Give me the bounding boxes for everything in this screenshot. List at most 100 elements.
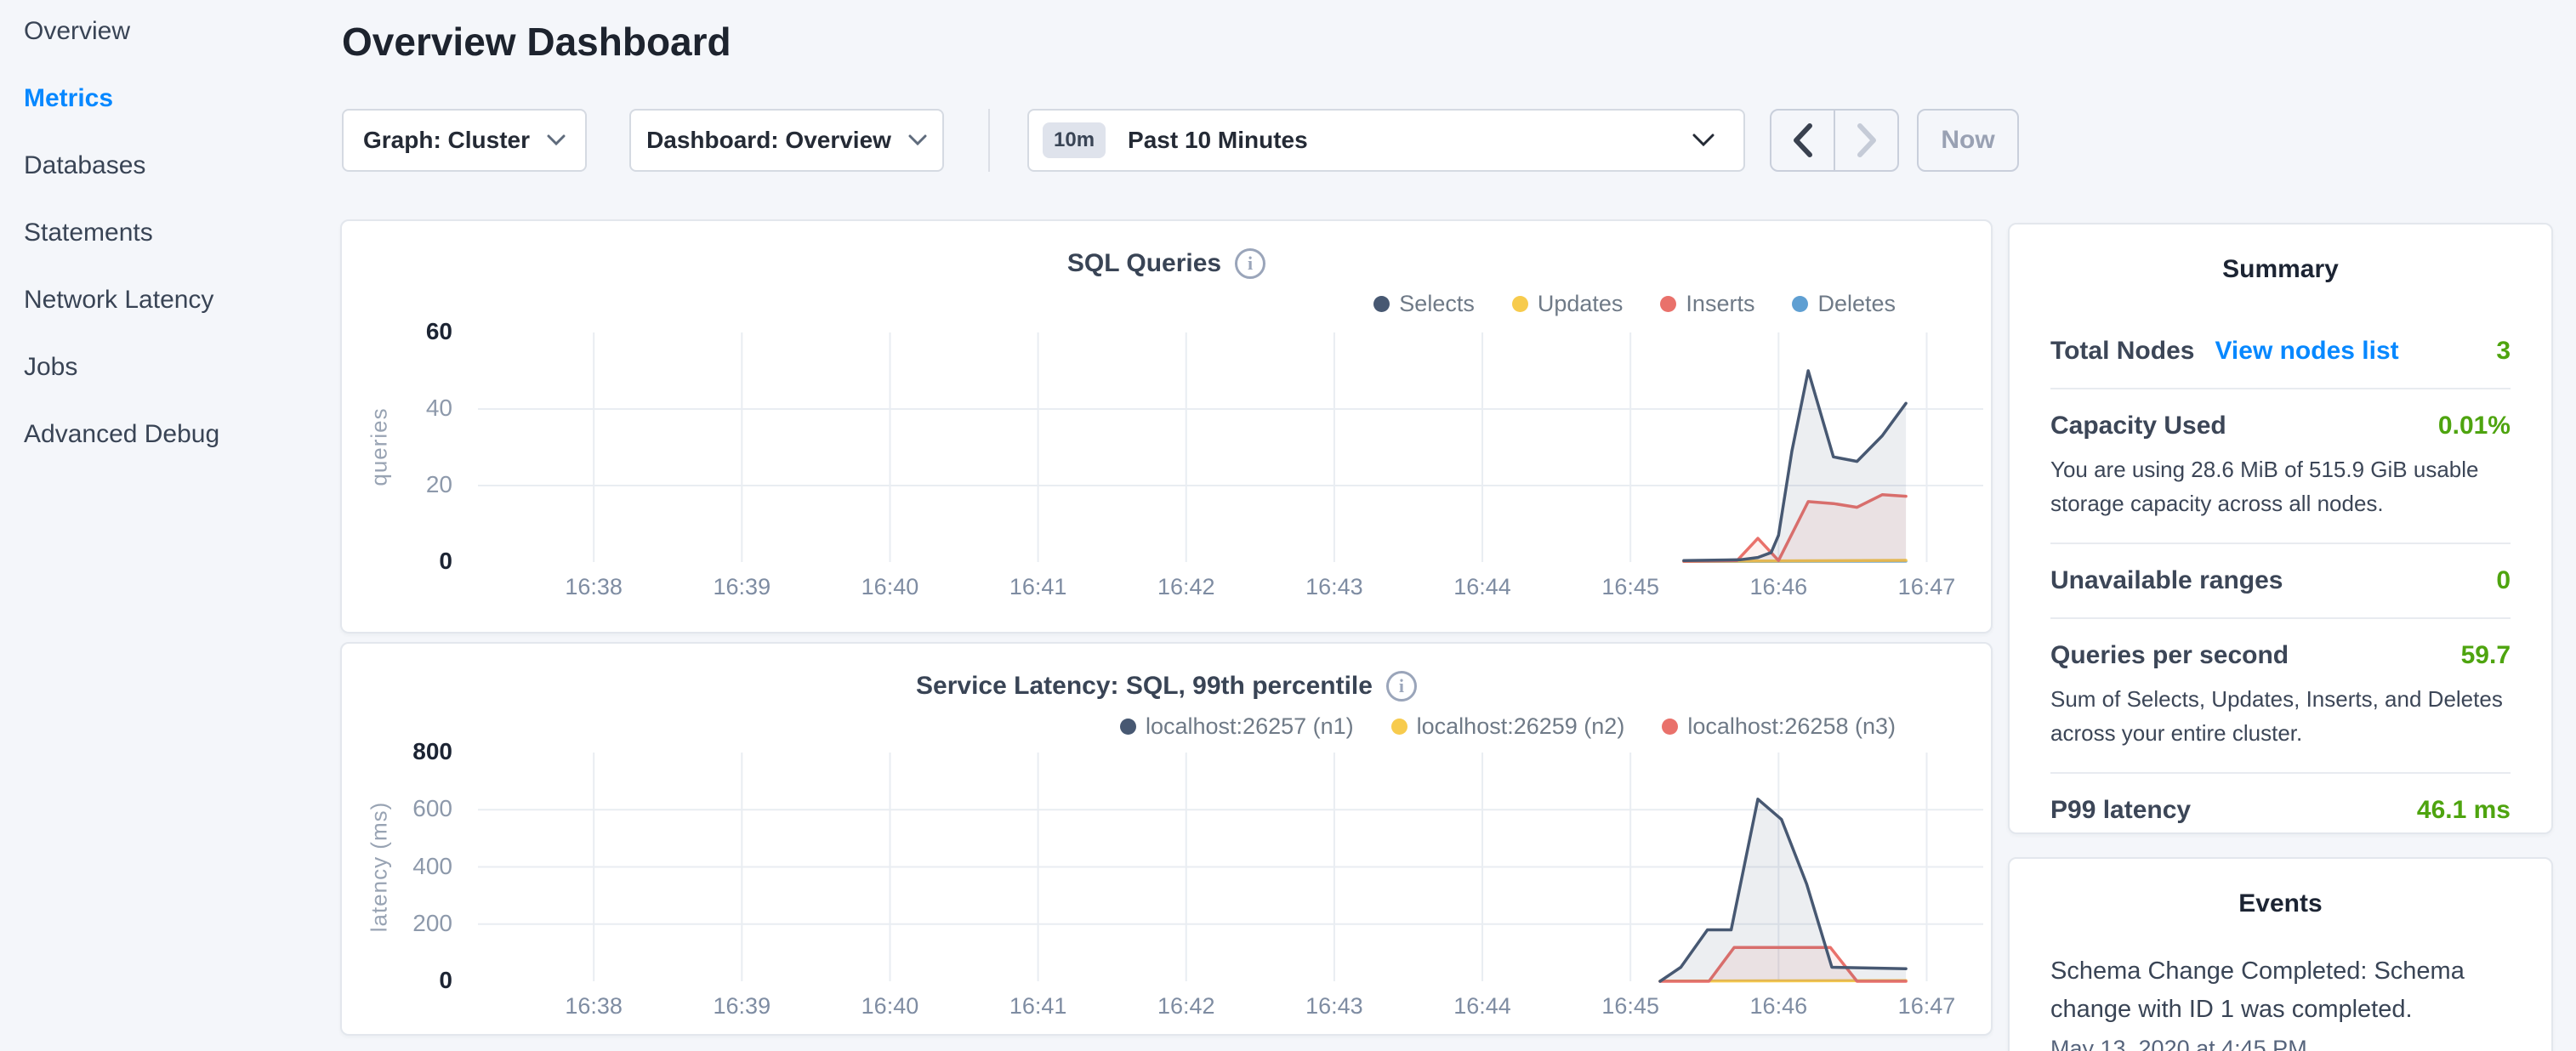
y-axis-unit-label: queries xyxy=(367,354,393,541)
x-axis-tick-label: 16:46 xyxy=(1719,993,1838,1020)
legend-dot-icon xyxy=(1391,719,1407,735)
sql-queries-chart-card: SQL Queries i Selects Updates Inserts Delet… xyxy=(340,219,1993,633)
legend-dot-icon xyxy=(1512,296,1528,312)
x-axis-tick-label: 16:45 xyxy=(1571,993,1690,1020)
x-axis-tick-label: 16:45 xyxy=(1571,574,1690,600)
x-axis-tick-label: 16:43 xyxy=(1275,993,1394,1020)
summary-row-total-nodes: Total Nodes View nodes list 3 xyxy=(2050,315,2511,389)
time-step-buttons xyxy=(1770,109,1899,172)
summary-row-label: Total Nodes xyxy=(2050,337,2194,366)
events-title: Events xyxy=(2010,889,2551,918)
y-axis-tick-label: 600 xyxy=(393,795,452,822)
summary-row-value: 0 xyxy=(2496,566,2511,595)
legend-item: Inserts xyxy=(1660,291,1754,317)
sql-queries-svg xyxy=(478,332,1983,562)
x-axis-tick-label: 16:38 xyxy=(534,993,653,1020)
summary-row-head: Total Nodes View nodes list 3 xyxy=(2050,337,2511,366)
info-icon[interactable]: i xyxy=(1235,248,1265,279)
graph-dropdown[interactable]: Graph: Cluster xyxy=(342,109,587,172)
y-axis-tick-label: 0 xyxy=(393,548,452,575)
events-list: Schema Change Completed: Schema change w… xyxy=(2050,952,2511,1051)
y-axis-tick-label: 400 xyxy=(393,853,452,880)
y-axis-tick-label: 20 xyxy=(393,471,452,498)
info-icon[interactable]: i xyxy=(1386,671,1417,702)
sidebar-item-metrics[interactable]: Metrics xyxy=(24,82,219,115)
y-axis-tick-label: 40 xyxy=(393,395,452,422)
summary-panel: Summary Total NodesView nodes list3Capac… xyxy=(2008,223,2553,834)
chart-title: Service Latency: SQL, 99th percentile xyxy=(916,672,1373,701)
chevron-down-icon xyxy=(547,134,566,146)
time-step-back-button[interactable] xyxy=(1771,111,1835,170)
legend-item: localhost:26259 (n2) xyxy=(1391,713,1625,740)
sidebar-nav: Overview Metrics Databases Statements Networ… xyxy=(0,0,323,1051)
view-nodes-list-link[interactable]: View nodes list xyxy=(2215,337,2398,366)
summary-row-value: 3 xyxy=(2496,337,2511,366)
sidebar-item-statements[interactable]: Statements xyxy=(24,217,219,249)
chevron-down-icon xyxy=(908,134,927,146)
y-axis-tick-label: 200 xyxy=(393,910,452,937)
chart-plot-area[interactable] xyxy=(478,753,1983,981)
service-latency-svg xyxy=(478,753,1983,981)
chevron-left-icon xyxy=(1792,122,1814,158)
summary-row-head: Unavailable ranges0 xyxy=(2050,566,2511,595)
legend-item: Updates xyxy=(1512,291,1624,317)
event-timestamp: May 13, 2020 at 4:45 PM xyxy=(2050,1036,2511,1051)
x-axis-tick-label: 16:47 xyxy=(1867,574,1986,600)
chevron-down-icon xyxy=(1692,134,1714,147)
x-axis-tick-label: 16:42 xyxy=(1127,574,1246,600)
chart-plot-area[interactable] xyxy=(478,332,1983,562)
summary-row-label: P99 latency xyxy=(2050,796,2191,825)
dashboard-dropdown[interactable]: Dashboard: Overview xyxy=(629,109,944,172)
sidebar-item-jobs[interactable]: Jobs xyxy=(24,351,219,383)
now-button-label: Now xyxy=(1941,126,1994,155)
chart-title: SQL Queries xyxy=(1067,249,1221,278)
legend-dot-icon xyxy=(1660,296,1676,312)
time-step-forward-button[interactable] xyxy=(1835,111,1897,170)
x-axis-tick-label: 16:44 xyxy=(1423,574,1542,600)
legend-item: localhost:26258 (n3) xyxy=(1662,713,1896,740)
summary-row-caption: You are using 28.6 MiB of 515.9 GiB usab… xyxy=(2050,452,2511,520)
chart-legend: Selects Updates Inserts Deletes xyxy=(1373,291,1896,317)
x-axis-tick-label: 16:42 xyxy=(1127,993,1246,1020)
now-button[interactable]: Now xyxy=(1917,109,2019,172)
legend-dot-icon xyxy=(1662,719,1678,735)
chart-title-row: Service Latency: SQL, 99th percentile i xyxy=(342,671,1991,702)
time-range-label: Past 10 Minutes xyxy=(1128,127,1308,154)
time-range-badge: 10m xyxy=(1043,122,1106,158)
x-axis-tick-label: 16:38 xyxy=(534,574,653,600)
legend-item: Selects xyxy=(1373,291,1475,317)
x-axis-tick-label: 16:41 xyxy=(979,993,1098,1020)
x-axis-tick-label: 16:46 xyxy=(1719,574,1838,600)
page-title: Overview Dashboard xyxy=(342,19,731,65)
legend-dot-icon xyxy=(1373,296,1390,312)
y-axis-unit-label: latency (ms) xyxy=(367,773,393,960)
sidebar-item-advanced-debug[interactable]: Advanced Debug xyxy=(24,418,219,451)
dashboard-dropdown-label: Dashboard: Overview xyxy=(646,127,891,154)
summary-row-head: Queries per second59.7 xyxy=(2050,641,2511,670)
summary-row-caption: Sum of Selects, Updates, Inserts, and De… xyxy=(2050,682,2511,750)
x-axis-tick-label: 16:39 xyxy=(682,574,801,600)
x-axis-tick-label: 16:47 xyxy=(1867,993,1986,1020)
summary-row-p99-latency: P99 latency 46.1 ms xyxy=(2050,774,2511,847)
x-axis-tick-label: 16:44 xyxy=(1423,993,1542,1020)
summary-row-label: Capacity Used xyxy=(2050,412,2226,440)
legend-label: localhost:26259 (n2) xyxy=(1417,713,1625,740)
summary-row-head: P99 latency 46.1 ms xyxy=(2050,796,2511,825)
sidebar-item-databases[interactable]: Databases xyxy=(24,150,219,182)
sidebar-item-overview[interactable]: Overview xyxy=(24,15,219,48)
legend-label: localhost:26258 (n3) xyxy=(1687,713,1896,740)
time-range-selector[interactable]: 10m Past 10 Minutes xyxy=(1027,109,1745,172)
chart-legend: localhost:26257 (n1)localhost:26259 (n2)… xyxy=(1120,713,1896,740)
sidebar-item-network-latency[interactable]: Network Latency xyxy=(24,284,219,316)
legend-label: Deletes xyxy=(1817,291,1896,317)
summary-row-value: 59.7 xyxy=(2461,641,2511,670)
chart-title-row: SQL Queries i xyxy=(342,248,1991,279)
summary-row-queries-per-second: Queries per second59.7 Sum of Selects, Up… xyxy=(2050,619,2511,774)
summary-row-capacity-used: Capacity Used0.01%You are using 28.6 MiB… xyxy=(2050,389,2511,544)
legend-dot-icon xyxy=(1120,719,1136,735)
graph-dropdown-label: Graph: Cluster xyxy=(363,127,530,154)
summary-row-value: 46.1 ms xyxy=(2417,796,2511,825)
series-area-Selects xyxy=(1684,371,1906,562)
x-axis-tick-label: 16:43 xyxy=(1275,574,1394,600)
x-axis-tick-label: 16:40 xyxy=(830,574,949,600)
